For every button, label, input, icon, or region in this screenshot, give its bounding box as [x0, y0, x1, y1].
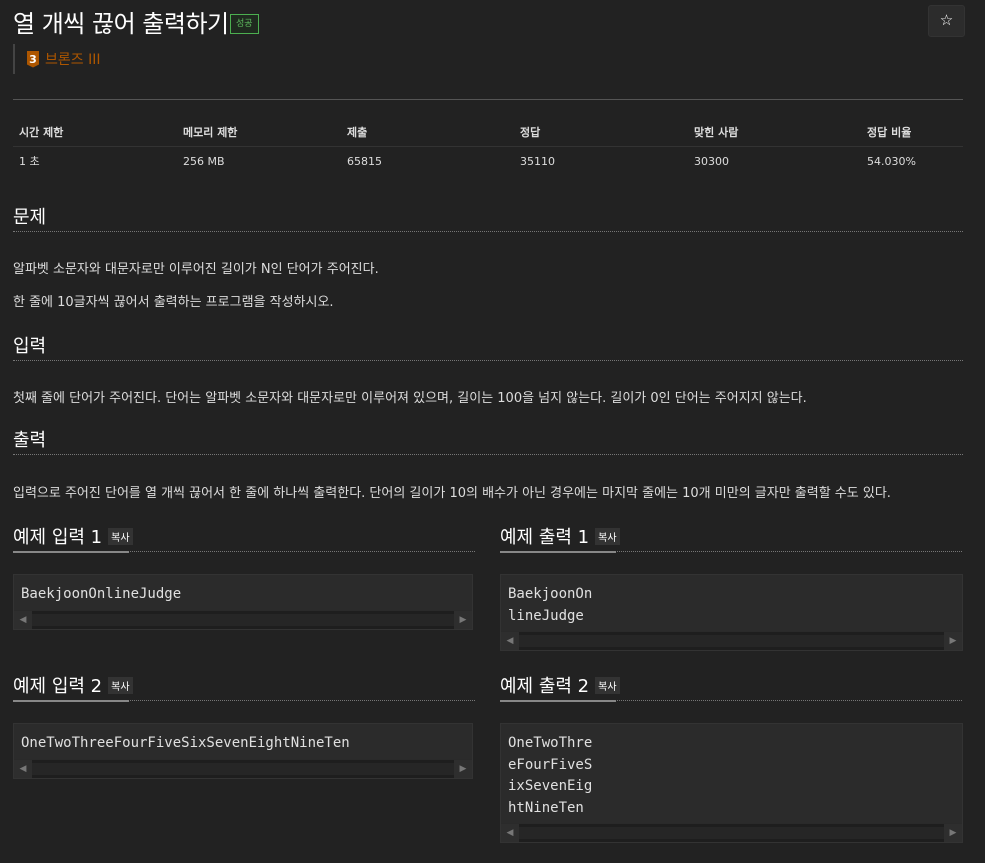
problem-title: 열 개씩 끊어 출력하기: [13, 10, 229, 38]
header-accepted: 정답: [514, 118, 688, 147]
sample-input-1-box: BaekjoonOnlineJudge ◀ ▶: [13, 574, 473, 630]
sample-input-2-text: OneTwoThreeFourFiveSixSevenEightNineTen: [21, 735, 350, 751]
scroll-thumb[interactable]: [519, 635, 944, 647]
header-ratio: 정답 비율: [861, 118, 963, 147]
bronze-tier-icon: 3: [27, 50, 39, 68]
header-time-limit: 시간 제한: [13, 118, 177, 147]
ratio-value: 54.030%: [867, 154, 916, 168]
copy-button[interactable]: 복사: [108, 676, 133, 694]
output-heading: 출력: [13, 430, 47, 451]
horizontal-scrollbar[interactable]: ◀ ▶: [14, 758, 472, 778]
table-row: 1 초 256 MB 65815 35110 30300 54.030%: [13, 147, 963, 176]
section-heading-description: 문제: [13, 203, 963, 232]
scroll-left-icon[interactable]: ◀: [501, 824, 519, 842]
section-heading-output: 출력: [13, 426, 963, 455]
tier-label[interactable]: 브론즈 III: [45, 49, 100, 69]
sample-output-1-title: 예제 출력 1: [500, 527, 590, 548]
scroll-left-icon[interactable]: ◀: [14, 759, 32, 778]
divider: [13, 99, 963, 100]
sample-output-2-heading: 예제 출력 2 복사: [500, 672, 962, 702]
accepted-value: 35110: [520, 154, 555, 168]
tier-label-group[interactable]: 3 브론즈 III: [13, 44, 100, 74]
input-heading: 입력: [13, 336, 47, 357]
sample-input-2-title: 예제 입력 2: [13, 676, 103, 697]
memory-limit-value: 256 MB: [183, 154, 225, 168]
description-heading: 문제: [13, 207, 47, 228]
scroll-right-icon[interactable]: ▶: [454, 610, 472, 629]
header-submissions: 제출: [341, 118, 514, 147]
description-line-1: 알파벳 소문자와 대문자로만 이루어진 길이가 N인 단어가 주어진다.: [13, 262, 379, 277]
heading-underline: [13, 551, 129, 553]
scroll-thumb[interactable]: [32, 613, 454, 626]
scroll-right-icon[interactable]: ▶: [944, 632, 962, 650]
time-limit-value: 1 초: [19, 155, 40, 168]
sample-input-2-heading: 예제 입력 2 복사: [13, 672, 475, 702]
header-solved-users: 맞힌 사람: [688, 118, 861, 147]
star-icon: ☆: [939, 11, 954, 29]
sample-input-2-box: OneTwoThreeFourFiveSixSevenEightNineTen …: [13, 723, 473, 779]
copy-button[interactable]: 복사: [595, 676, 620, 694]
sample-output-1-text: BaekjoonOn lineJudge: [508, 586, 593, 624]
heading-underline: [500, 700, 616, 702]
scroll-left-icon[interactable]: ◀: [501, 632, 519, 650]
section-heading-input: 입력: [13, 332, 963, 361]
star-button[interactable]: ☆: [928, 5, 965, 37]
sample-output-2-title: 예제 출력 2: [500, 676, 590, 697]
problem-info-table: 시간 제한 메모리 제한 제출 정답 맞힌 사람 정답 비율 1 초 256 M…: [13, 118, 963, 175]
submissions-value[interactable]: 65815: [341, 147, 514, 176]
sample-output-2-text: OneTwoThre eFourFiveS ixSevenEig htNineT…: [508, 735, 593, 816]
scroll-left-icon[interactable]: ◀: [14, 610, 32, 629]
sample-input-1-heading: 예제 입력 1 복사: [13, 523, 475, 553]
scroll-thumb[interactable]: [32, 762, 454, 775]
sample-input-1-text: BaekjoonOnlineJudge: [21, 586, 182, 602]
scroll-right-icon[interactable]: ▶: [944, 824, 962, 842]
input-description: 첫째 줄에 단어가 주어진다. 단어는 알파벳 소문자와 대문자로만 이루어져 …: [13, 391, 807, 406]
result-badge: 성공: [230, 14, 259, 34]
heading-underline: [13, 700, 129, 702]
scroll-right-icon[interactable]: ▶: [454, 759, 472, 778]
header-memory-limit: 메모리 제한: [177, 118, 341, 147]
solved-users-value[interactable]: 30300: [688, 147, 861, 176]
sample-input-1-title: 예제 입력 1: [13, 527, 103, 548]
scroll-thumb[interactable]: [519, 827, 944, 839]
output-description: 입력으로 주어진 단어를 열 개씩 끊어서 한 줄에 하나씩 출력한다. 단어의…: [13, 486, 891, 501]
copy-button[interactable]: 복사: [108, 527, 133, 545]
description-line-2: 한 줄에 10글자씩 끊어서 출력하는 프로그램을 작성하시오.: [13, 295, 334, 310]
sample-output-1-heading: 예제 출력 1 복사: [500, 523, 962, 553]
horizontal-scrollbar[interactable]: ◀ ▶: [14, 609, 472, 629]
sample-output-2-box: OneTwoThre eFourFiveS ixSevenEig htNineT…: [500, 723, 963, 843]
copy-button[interactable]: 복사: [595, 527, 620, 545]
horizontal-scrollbar[interactable]: ◀ ▶: [501, 631, 962, 650]
horizontal-scrollbar[interactable]: ◀ ▶: [501, 823, 962, 842]
heading-underline: [500, 551, 616, 553]
sample-output-1-box: BaekjoonOn lineJudge ◀ ▶: [500, 574, 963, 651]
table-header-row: 시간 제한 메모리 제한 제출 정답 맞힌 사람 정답 비율: [13, 118, 963, 147]
